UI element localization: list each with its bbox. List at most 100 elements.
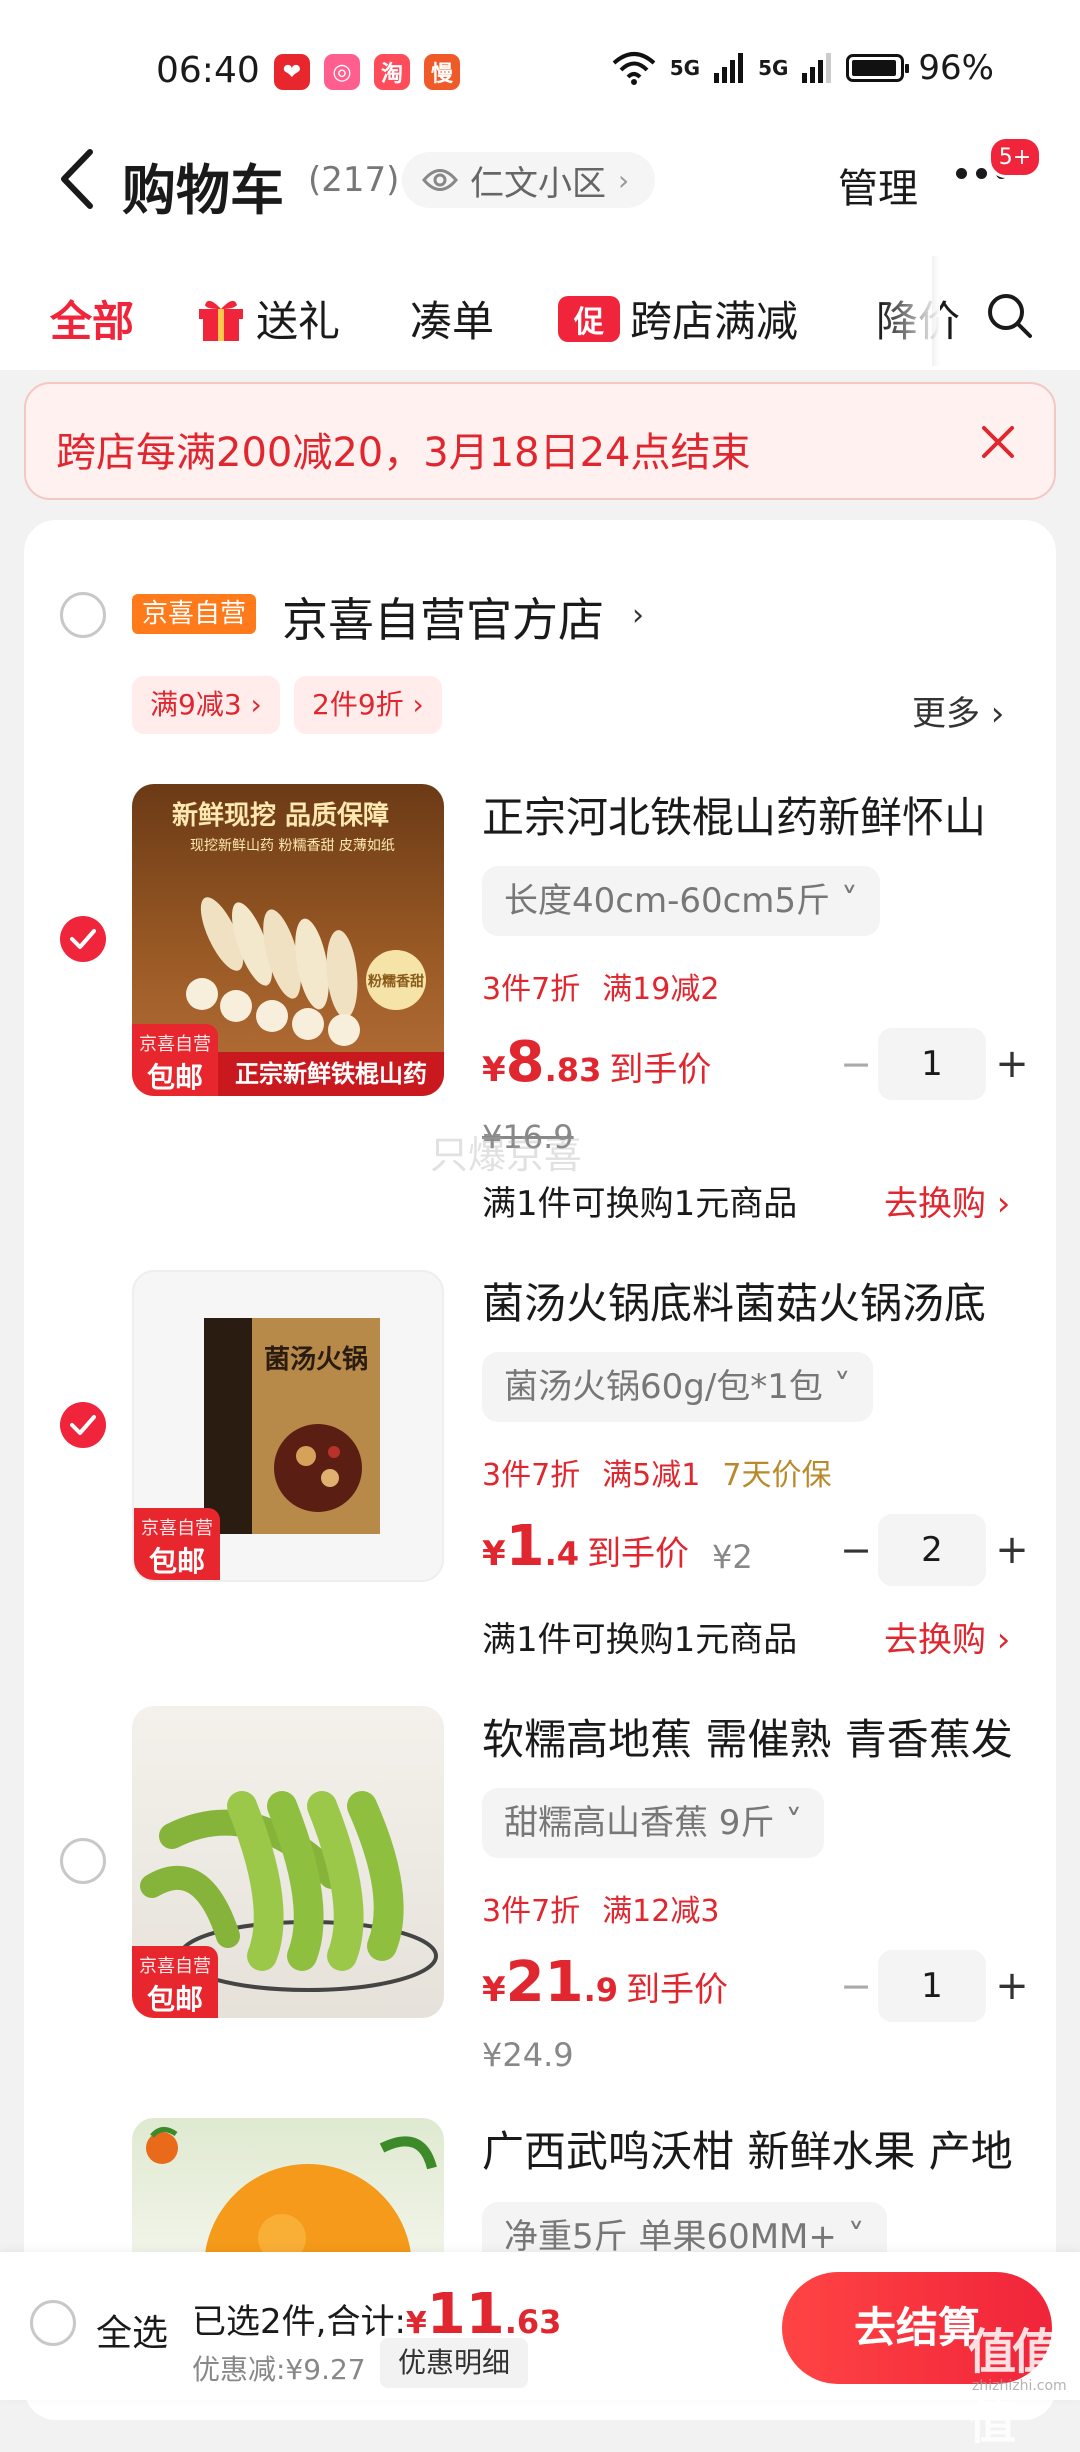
signal-label-2: 5G [758,56,789,80]
quantity-stepper-1: − 1 + [836,1028,1036,1100]
product-image-yam[interactable]: 新鲜现挖 品质保障 现挖新鲜山药 粉糯香甜 皮薄如纸 粉糯香甜 正宗新鲜铁棍山药… [132,784,444,1096]
store-tag: 京喜自营 [132,594,257,634]
select-all-label[interactable]: 全选 [96,2304,168,2356]
badge-bottom-label: 包邮 [148,1545,205,1578]
badge-top-label: 京喜自营 [139,1956,211,1977]
store-name[interactable]: 京喜自营官方店 [282,584,604,650]
yam-image-subline: 现挖新鲜山药 粉糯香甜 皮薄如纸 [190,838,395,854]
signal-icon-2 [802,53,832,83]
price-int: 1 [505,1514,545,1579]
total-dec: .63 [504,2303,562,2341]
decrease-button[interactable]: − [836,1514,876,1586]
tab-gift-label: 送礼 [256,297,341,346]
tab-combine-order[interactable]: 凑单 [410,288,494,349]
total-currency: ¥ [405,2306,427,2341]
orange-illustration [146,2127,437,2258]
discount-detail-button[interactable]: 优惠明细 [380,2338,529,2388]
manage-button[interactable]: 管理 [838,156,918,214]
total-price: ¥11.63 [405,2282,562,2347]
decrease-button[interactable]: − [836,1028,876,1100]
app-icon-taobao: 淘 [374,54,410,90]
chevron-right-icon: › [618,163,630,197]
close-icon[interactable] [978,422,1018,462]
product-checkbox-1[interactable] [60,916,106,962]
price-int: 8 [505,1030,545,1095]
store-coupon-2[interactable]: 2件9折 › [294,676,442,734]
cart-count: (217) [308,160,400,200]
tab-cross-store-discount-label: 跨店满减 [630,297,799,346]
price-dec: .83 [544,1051,602,1089]
location-selector[interactable]: 仁文小区 › [402,152,656,208]
store-select-checkbox[interactable] [60,592,106,638]
tab-fade-overlay [880,250,940,370]
promo-label: 满12减3 [602,1894,720,1929]
price-suffix: 到手价 [587,1534,690,1574]
battery-icon [846,54,910,82]
product-original-price-2: ¥2 [712,1538,753,1576]
status-time: 06:40 [156,50,260,91]
signal-label-1: 5G [669,56,701,80]
app-icon-red: ❤ [274,54,310,90]
yam-image-seal: 粉糯香甜 [368,973,424,990]
quantity-input[interactable]: 1 [878,1028,986,1100]
self-operated-badge: 京喜自营 包邮 [134,1508,220,1580]
select-all-checkbox[interactable] [30,2300,76,2346]
quantity-input[interactable]: 1 [878,1950,986,2022]
price-currency: ¥ [482,1970,506,2010]
store-more-link[interactable]: 更多 › [912,686,1004,735]
product-promos-3: 3件7折 满12减3 [482,1886,741,1930]
price-int: 21 [505,1950,584,2015]
promo-notice-banner: 跨店每满200减20，3月18日24点结束 [24,382,1056,500]
promo-label: 满5减1 [602,1458,701,1493]
product-title-4[interactable]: 广西武鸣沃柑 新鲜水果 产地 [482,2118,1013,2179]
chevron-right-icon: › [632,598,644,633]
price-dec: .9 [583,1971,619,2009]
increase-button[interactable]: + [992,1950,1032,2022]
tab-all[interactable]: 全部 [50,288,134,349]
store-coupon-1[interactable]: 满9减3 › [132,676,280,734]
product-price-3: ¥21.9 到手价 [482,1950,728,2015]
tab-gift[interactable]: 送礼 [196,288,340,349]
product-spec-2[interactable]: 菌汤火锅60g/包*1包 ˅ [482,1352,873,1422]
eye-icon [422,169,458,191]
tab-combine-order-label: 凑单 [410,297,495,346]
watermark-text: 只爆京喜 [430,1133,583,1177]
increase-button[interactable]: + [992,1514,1032,1586]
quantity-input[interactable]: 2 [878,1514,986,1586]
price-suffix: 到手价 [626,1970,729,2010]
promo-label: 3件7折 [482,1458,581,1493]
battery-level: 96% [918,48,994,88]
product-checkbox-3[interactable] [60,1838,106,1884]
check-icon [70,1415,96,1435]
product-spec-1[interactable]: 长度40cm-60cm5斤 ˅ [482,866,880,936]
check-icon [70,929,96,949]
decrease-button[interactable]: − [836,1950,876,2022]
exchange-link-2[interactable]: 去换购 › [884,1612,1010,1661]
price-suffix: 到手价 [609,1050,712,1090]
search-icon[interactable] [984,290,1036,342]
app-icon-pink: ◎ [324,54,360,90]
tab-cross-store-discount[interactable]: 促 跨店满减 [558,288,798,349]
product-checkbox-2[interactable] [60,1402,106,1448]
product-title-3[interactable]: 软糯高地蕉 需催熟 青香蕉发 [482,1706,1013,1767]
product-title-1[interactable]: 正宗河北铁棍山药新鲜怀山 [482,784,986,845]
wifi-icon [612,52,656,85]
product-title-2[interactable]: 菌汤火锅底料菌菇火锅汤底 [482,1270,986,1331]
product-price-2: ¥1.4 到手价 [482,1514,689,1579]
exchange-link-1[interactable]: 去换购 › [884,1176,1010,1225]
back-arrow-icon[interactable] [56,148,100,210]
page-title: 购物车 [122,159,284,222]
increase-button[interactable]: + [992,1028,1032,1100]
promo-tag-icon: 促 [558,295,620,342]
product-image-orange[interactable] [132,2118,444,2258]
self-operated-badge: 京喜自营 包邮 [132,1024,218,1096]
quantity-stepper-3: − 1 + [836,1950,1036,2022]
product-spec-3[interactable]: 甜糯高山香蕉 9斤 ˅ [482,1788,825,1858]
product-price-1: ¥8.83 到手价 [482,1030,711,1095]
product-image-hotpot[interactable]: 菌汤火锅 京喜自营 包邮 [132,1270,444,1582]
product-image-banana[interactable]: 京喜自营 包邮 [132,1706,444,2018]
signal-icon-1 [714,53,744,83]
promo-notice-text: 跨店每满200减20，3月18日24点结束 [56,430,751,476]
status-app-icons: ❤ ◎ 淘 慢 [274,54,460,90]
badge-top-label: 京喜自营 [139,1034,211,1055]
